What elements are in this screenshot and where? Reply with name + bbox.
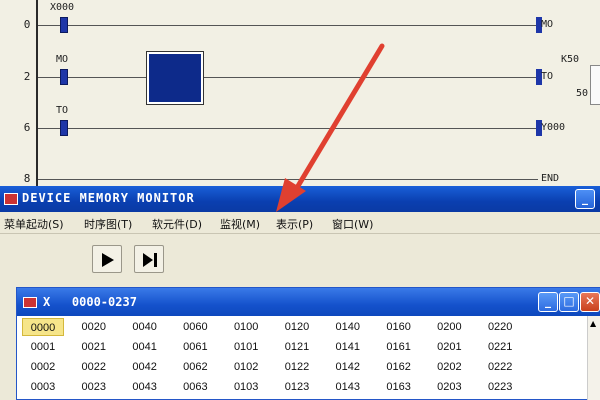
address-cell[interactable]: 0022 [73,358,115,376]
contact-label: MO [56,54,69,65]
address-cell[interactable]: 0101 [225,338,267,356]
address-cell[interactable]: 0222 [479,358,521,376]
menu-bar: 菜单起动(S) 时序图(T) 软元件(D) 监视(M) 表示(P) 窗口(W) [0,212,600,234]
scroll-up-arrow-icon[interactable]: ▲ [590,319,596,328]
x-device-window: X 0000-0237 _ □ ✕ 0000 0001 0002 0003 0020 00… [16,287,600,400]
address-cell[interactable]: 0100 [225,318,267,336]
address-cell[interactable]: 0123 [276,378,318,396]
menu-monitor[interactable]: 监视(M) [220,216,260,232]
contact-m0[interactable] [60,69,68,85]
device-window-titlebar[interactable]: X 0000-0237 _ □ ✕ [17,288,600,316]
address-cell[interactable]: 0162 [378,358,420,376]
address-cell[interactable]: 0042 [124,358,166,376]
rung-line [38,128,538,129]
minimize-button[interactable]: _ [538,292,558,312]
contact-x000[interactable] [60,17,68,33]
address-cell[interactable]: 0143 [327,378,369,396]
ladder-editor: 0 X000 MO 2 MO TO K50 50 6 TO Y000 8 END [0,0,600,186]
rung-number: 8 [23,172,31,185]
monitor-titlebar[interactable]: DEVICE MEMORY MONITOR _ [0,186,600,212]
toolbar [0,235,600,283]
end-instruction: END [541,173,560,184]
device-memory-monitor-window: DEVICE MEMORY MONITOR _ 菜单起动(S) 时序图(T) 软… [0,186,600,400]
side-panel-edge [590,65,600,105]
address-cell[interactable]: 0221 [479,338,521,356]
menu-device[interactable]: 软元件(D) [152,216,202,232]
address-cell[interactable]: 0202 [428,358,470,376]
contact-label: X000 [50,2,75,13]
close-button[interactable]: ✕ [580,292,600,312]
timer-block[interactable] [146,51,204,105]
address-cell[interactable]: 0163 [378,378,420,396]
address-cell[interactable]: 0121 [276,338,318,356]
address-cell[interactable]: 0021 [73,338,115,356]
rung-number: 0 [23,18,31,31]
address-cell[interactable]: 0160 [378,318,420,336]
address-cell[interactable]: 0223 [479,378,521,396]
scrollbar[interactable]: ▲ [587,316,600,400]
address-cell[interactable]: 0040 [124,318,166,336]
address-cell[interactable]: 0103 [225,378,267,396]
device-window-title: X 0000-0237 [43,295,137,309]
address-cell[interactable]: 0201 [428,338,470,356]
step-button[interactable] [134,245,164,273]
address-cell[interactable]: 0203 [428,378,470,396]
address-cell[interactable]: 0102 [225,358,267,376]
timer-setting-label: K50 [561,54,580,65]
address-cell[interactable]: 0220 [479,318,521,336]
address-cell[interactable]: 0140 [327,318,369,336]
step-icon [143,253,157,267]
monitor-title: DEVICE MEMORY MONITOR [22,191,195,205]
address-cell[interactable]: 0020 [73,318,115,336]
rung-number: 2 [23,70,31,83]
coil-label: TO [541,71,554,82]
contact-t0[interactable] [60,120,68,136]
address-grid: 0000 0001 0002 0003 0020 0021 0022 0023 0040 0041… [17,316,587,400]
timer-current-value: 50 [576,88,589,99]
contact-label: TO [56,105,69,116]
address-cell[interactable]: 0063 [174,378,216,396]
menu-start[interactable]: 菜单起动(S) [4,216,64,232]
run-button[interactable] [92,245,122,273]
rung-line [38,25,538,26]
address-cell[interactable]: 0120 [276,318,318,336]
address-cell[interactable]: 0060 [174,318,216,336]
address-cell[interactable]: 0003 [22,378,64,396]
address-cell[interactable]: 0200 [428,318,470,336]
address-cell[interactable]: 0141 [327,338,369,356]
menu-display[interactable]: 表示(P) [276,216,313,232]
rung-number: 6 [23,121,31,134]
play-icon [102,253,114,267]
address-cell[interactable]: 0043 [124,378,166,396]
minimize-button[interactable]: _ [575,189,595,209]
address-cell[interactable]: 0142 [327,358,369,376]
menu-window[interactable]: 窗口(W) [332,216,373,232]
address-cell[interactable]: 0161 [378,338,420,356]
rung-line [38,179,538,180]
address-cell[interactable]: 0001 [22,338,64,356]
left-power-rail [36,0,38,186]
address-cell[interactable]: 0062 [174,358,216,376]
address-cell[interactable]: 0000 [22,318,64,336]
address-cell[interactable]: 0122 [276,358,318,376]
coil-label: MO [541,19,554,30]
address-cell[interactable]: 0002 [22,358,64,376]
maximize-button[interactable]: □ [559,292,579,312]
address-cell[interactable]: 0061 [174,338,216,356]
app-icon [4,193,18,205]
rung-line [38,77,538,78]
address-cell[interactable]: 0041 [124,338,166,356]
coil-label: Y000 [541,122,566,133]
menu-timing[interactable]: 时序图(T) [84,216,132,232]
address-cell[interactable]: 0023 [73,378,115,396]
device-window-icon [23,297,37,308]
